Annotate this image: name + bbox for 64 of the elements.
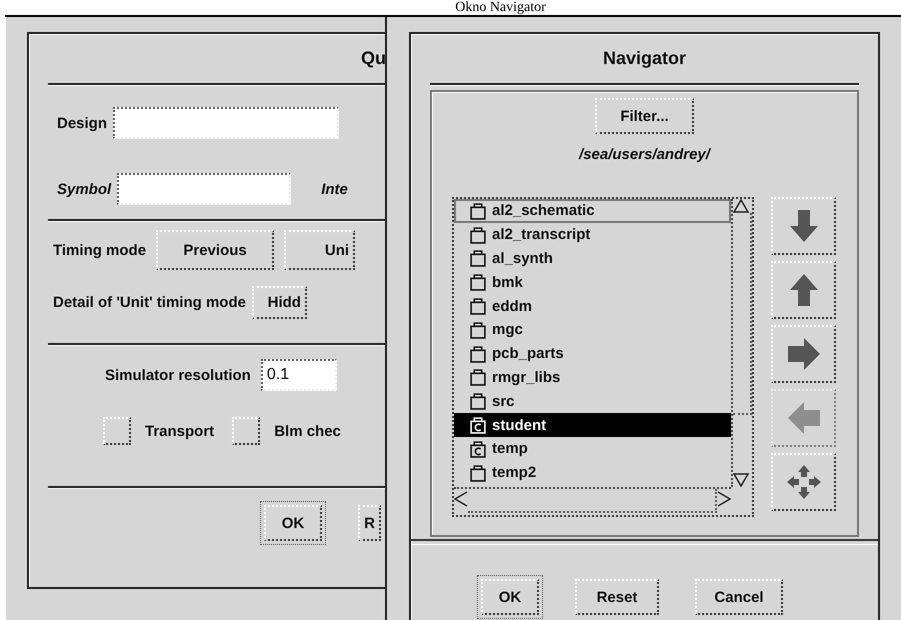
list-item[interactable]: al_synth [454, 246, 731, 270]
scroll-left-icon[interactable] [454, 489, 468, 509]
right-arrow-icon [786, 336, 822, 372]
detail-label: Detail of 'Unit' timing mode [53, 294, 246, 311]
dialog-title: Navigator [602, 48, 686, 69]
ok-button[interactable]: OK [264, 505, 322, 541]
folder-icon [470, 273, 486, 292]
screen-title: Okno Navigator [455, 0, 546, 15]
arrow-button[interactable] [771, 197, 836, 255]
timing-mode-label: Timing mode [53, 242, 146, 258]
left-arrow-icon [786, 400, 822, 436]
folder-icon [470, 464, 486, 482]
dialog-button[interactable]: R [358, 505, 381, 541]
list-item[interactable]: pcb_parts [454, 342, 731, 366]
list-item[interactable]: rmgr_libs [454, 366, 731, 390]
resolution-field[interactable]: 0.1 [260, 359, 337, 391]
symbol-field[interactable] [117, 173, 292, 205]
scroll-up-icon[interactable] [733, 199, 750, 213]
folder-icon [470, 249, 486, 268]
list-item[interactable]: temp2 [454, 460, 731, 485]
arrow-button[interactable] [771, 325, 836, 383]
four-arrows-icon [786, 464, 822, 500]
list-item[interactable]: temp [454, 436, 731, 461]
dialog-button[interactable]: Cancel [695, 579, 783, 615]
dialog-title: Qu [361, 48, 386, 69]
ok-button[interactable]: OK [481, 579, 539, 615]
folder-icon [470, 344, 486, 363]
resolution-label: Simulator resolution [105, 366, 251, 384]
list-item[interactable]: src [454, 389, 731, 414]
scroll-down-icon[interactable] [733, 473, 750, 487]
list-item[interactable]: eddm [454, 294, 731, 318]
design-field[interactable] [113, 107, 340, 139]
file-list[interactable]: al2_schematic al2_transcript al_synth bmk eddm mgc pcb_parts rmgr_libs src student temp temp2 [452, 197, 754, 517]
arrow-button[interactable] [771, 453, 836, 511]
detail-button[interactable]: Hidd [252, 286, 307, 319]
filter-button[interactable]: Filter... [595, 98, 694, 134]
timing-mode-button[interactable]: Previous [156, 230, 274, 270]
folder-icon [470, 202, 486, 220]
list-item[interactable]: bmk [454, 270, 731, 294]
component-folder-icon [470, 416, 486, 434]
directory-path: /sea/users/andrey/ [579, 146, 710, 163]
checkbox[interactable] [103, 417, 131, 445]
folder-icon [470, 368, 486, 386]
checkbox-label: Blm chec [274, 422, 341, 440]
checkbox-label: Transport [145, 422, 214, 440]
horizontal-scrollbar[interactable] [454, 487, 731, 513]
field-label: Inte [321, 180, 348, 198]
checkbox[interactable] [232, 417, 260, 445]
folder-icon [470, 297, 486, 316]
list-item[interactable]: student [454, 413, 731, 437]
vertical-scrollbar[interactable] [731, 199, 752, 487]
component-folder-icon [470, 440, 486, 458]
list-item[interactable]: mgc [454, 318, 731, 342]
timing-mode-button[interactable]: Uni [284, 230, 356, 270]
list-item[interactable]: al2_transcript [454, 222, 731, 247]
folder-icon [470, 226, 486, 244]
dialog-button[interactable]: Reset [575, 579, 659, 615]
symbol-label: Symbol [57, 180, 112, 198]
list-item[interactable]: al2_schematic [454, 199, 731, 223]
scroll-right-icon[interactable] [717, 489, 731, 509]
design-label: Design [57, 114, 108, 132]
arrow-button[interactable] [771, 261, 836, 319]
folder-icon [470, 392, 486, 410]
folder-icon [470, 320, 486, 339]
